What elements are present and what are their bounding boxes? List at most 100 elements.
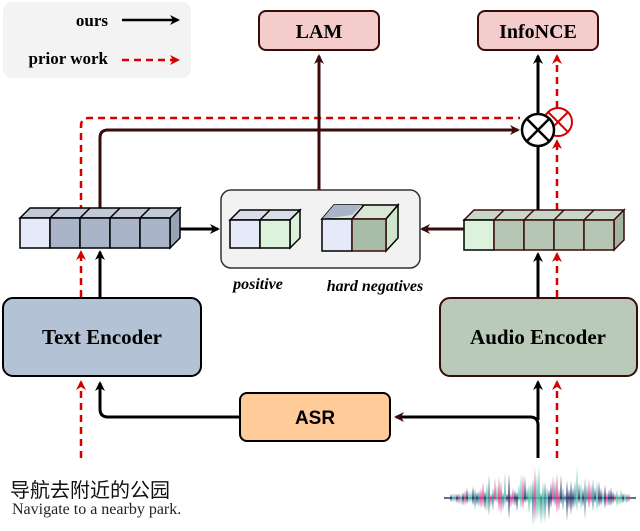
- waveform-bar: [492, 487, 494, 511]
- waveform-bar: [524, 476, 526, 504]
- legend-ours-label: ours: [76, 11, 109, 30]
- waveform-bar: [522, 474, 524, 510]
- waveform-bar: [610, 487, 612, 507]
- waveform-bar: [606, 492, 608, 507]
- waveform-bar: [472, 486, 474, 506]
- waveform-bar: [628, 493, 630, 503]
- infonce-box: InfoNCE: [477, 10, 599, 51]
- audio-token: [523, 219, 555, 251]
- audio-token: [553, 219, 585, 251]
- waveform-bar: [536, 474, 538, 521]
- waveform-bar: [500, 481, 502, 515]
- waveform-bar: [480, 487, 482, 509]
- waveform-bar: [452, 493, 454, 503]
- waveform-bar: [478, 490, 480, 508]
- waveform-bar: [626, 493, 628, 504]
- text-token: [49, 217, 81, 249]
- hard-negative-cubes: [320, 202, 400, 253]
- input-text-english: Navigate to a nearby park.: [12, 501, 182, 518]
- waveform-bar: [474, 489, 476, 510]
- waveform-bar: [562, 487, 564, 511]
- waveform-bar: [588, 478, 590, 510]
- waveform-bar: [538, 464, 540, 518]
- legend: ours prior work: [3, 2, 191, 78]
- waveform-bar: [612, 491, 614, 505]
- waveform-bar: [554, 479, 556, 507]
- waveform-bar: [572, 487, 574, 510]
- waveform-bar: [458, 493, 460, 505]
- legend-prior-label: prior work: [29, 49, 109, 68]
- asr-box: ASR: [239, 392, 391, 442]
- waveform-bar: [590, 483, 592, 504]
- waveform-bar: [528, 483, 530, 515]
- waveform-bar: [516, 491, 518, 512]
- waveform-bar: [532, 478, 534, 526]
- waveform-bar: [544, 481, 546, 524]
- waveform-bar: [514, 489, 516, 507]
- audio-token: [583, 219, 615, 251]
- audio-encoder-label: Audio Encoder: [470, 325, 606, 349]
- positive-label: positive: [231, 276, 283, 293]
- waveform-bar: [504, 471, 506, 507]
- waveform-bar: [624, 492, 626, 503]
- waveform-bar: [490, 493, 492, 508]
- waveform-bar: [450, 494, 452, 502]
- asr-to-text-encoder-arrow: [95, 381, 240, 419]
- waveform-bar: [552, 475, 554, 504]
- waveform-bar: [502, 491, 504, 512]
- waveform-bar: [550, 482, 552, 508]
- text-token: [19, 217, 51, 249]
- lam-label: LAM: [296, 21, 343, 43]
- waveform-bar: [530, 481, 532, 505]
- audio-waveform-icon: [444, 464, 636, 526]
- waveform-bar: [556, 472, 558, 515]
- waveform-bar: [526, 487, 528, 503]
- waveform-bar: [560, 474, 562, 505]
- audio-to-asr-arrow: [394, 412, 540, 458]
- waveform-bar: [508, 473, 510, 520]
- waveform-bar: [466, 487, 468, 505]
- waveform-bar: [566, 480, 568, 521]
- waveform-bar: [534, 467, 536, 523]
- waveform-bar: [564, 493, 566, 504]
- waveform-bar: [608, 489, 610, 507]
- waveform-bar: [476, 491, 478, 506]
- waveform-bar: [600, 487, 602, 506]
- waveform-bar: [568, 488, 570, 510]
- waveform-bar: [586, 484, 588, 504]
- waveform-bar: [604, 484, 606, 509]
- audio-token: [493, 219, 525, 251]
- waveform-bar: [518, 483, 520, 503]
- waveform-bar: [488, 474, 490, 517]
- waveform-bar: [482, 481, 484, 508]
- waveform-bar: [596, 480, 598, 512]
- text-token: [139, 217, 171, 249]
- input-text-chinese: 导航去附近的公园: [10, 478, 170, 502]
- waveform-bar: [580, 482, 582, 511]
- audio-token-sequence: [462, 208, 626, 252]
- waveform-bar: [456, 493, 458, 504]
- audio-encoder-box: Audio Encoder: [439, 297, 638, 377]
- waveform-bar: [570, 480, 572, 516]
- text-encoder-box: Text Encoder: [2, 297, 202, 377]
- waveform-bar: [618, 493, 620, 506]
- waveform-bar: [496, 484, 498, 504]
- waveform-bar: [464, 490, 466, 506]
- waveform-bar: [558, 488, 560, 512]
- text-encoder-label: Text Encoder: [42, 325, 162, 349]
- waveform-bar: [614, 493, 616, 503]
- waveform-bar: [594, 487, 596, 504]
- text-token: [79, 217, 111, 249]
- waveform-bar: [578, 482, 580, 504]
- positive-pair-cubes: [228, 208, 302, 250]
- waveform-bar: [602, 490, 604, 505]
- waveform-bar: [540, 491, 542, 525]
- waveform-bar: [548, 489, 550, 520]
- waveform-bar: [486, 483, 488, 513]
- waveform-bar: [484, 490, 486, 511]
- asr-label: ASR: [295, 408, 335, 429]
- waveform-bar: [494, 478, 496, 503]
- waveform-bar: [460, 493, 462, 506]
- waveform-bar: [454, 493, 456, 503]
- waveform-bar: [470, 490, 472, 503]
